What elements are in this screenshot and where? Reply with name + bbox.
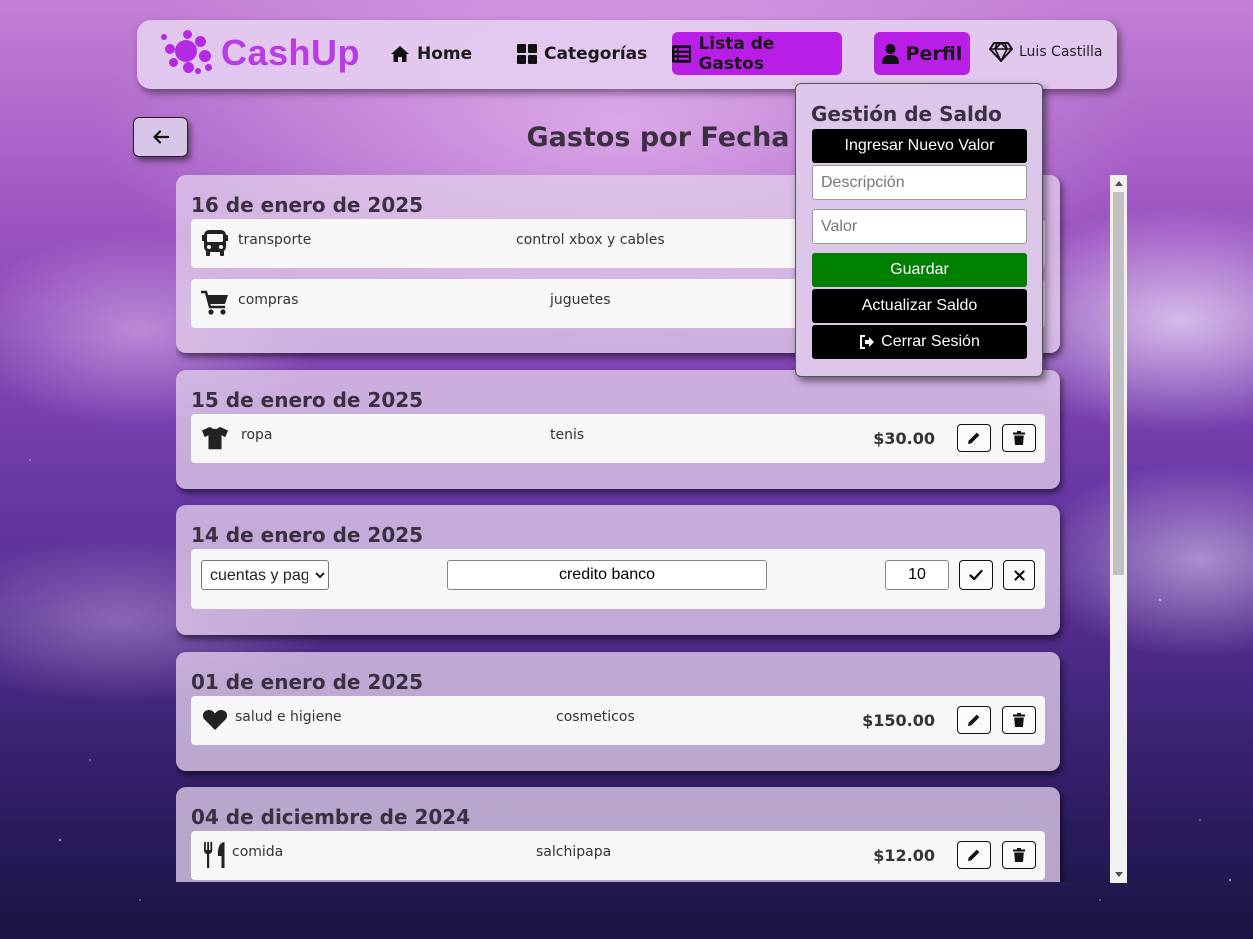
back-button[interactable]: [133, 117, 188, 157]
close-icon: [1013, 569, 1025, 581]
value-input[interactable]: [885, 560, 949, 590]
expense-description: tenis: [550, 427, 585, 443]
pencil-icon: [968, 714, 980, 726]
logout-icon: [860, 335, 875, 349]
expense-category: comida: [232, 844, 284, 860]
nav-expense-list-link[interactable]: Lista de Gastos: [672, 32, 842, 75]
nav-user-info: Luis Castilla: [989, 42, 1102, 62]
gem-icon: [989, 42, 1013, 62]
expense-amount: $12.00: [873, 846, 935, 865]
check-icon: [969, 569, 983, 581]
description-input[interactable]: [447, 560, 767, 590]
day-group: 15 de enero de 2025 ropa tenis $30.00: [176, 370, 1060, 489]
category-select[interactable]: cuentas y pagos: [201, 560, 329, 590]
brand-logo[interactable]: CashUp: [161, 30, 360, 76]
profile-dropdown-saldo-panel: Gestión de Saldo Ingresar Nuevo Valor Gu…: [795, 83, 1043, 377]
saldo-value-input[interactable]: [812, 209, 1027, 244]
new-value-button[interactable]: Ingresar Nuevo Valor: [812, 129, 1027, 163]
pencil-icon: [968, 849, 980, 861]
edit-button[interactable]: [957, 706, 991, 734]
nav-home-link[interactable]: Home: [390, 32, 472, 75]
day-date: 14 de enero de 2025: [191, 523, 424, 547]
expense-amount: $150.00: [862, 711, 935, 730]
logout-label: Cerrar Sesión: [881, 333, 980, 350]
nav-profile-button[interactable]: Perfil: [874, 32, 970, 75]
day-group: 04 de diciembre de 2024 comida salchipap…: [176, 787, 1060, 882]
nav-categories-link[interactable]: Categorías: [517, 32, 647, 75]
list-scrollbar[interactable]: [1110, 175, 1127, 883]
trash-icon: [1013, 848, 1025, 862]
confirm-button[interactable]: [959, 560, 993, 590]
expense-edit-row: cuentas y pagos: [191, 549, 1045, 609]
expense-item: ropa tenis $30.00: [191, 414, 1045, 463]
bus-icon: [201, 229, 229, 257]
delete-button[interactable]: [1002, 706, 1036, 734]
house-icon: [391, 45, 409, 62]
day-date: 15 de enero de 2025: [191, 388, 424, 412]
day-group: 14 de enero de 2025 cuentas y pagos: [176, 505, 1060, 635]
cart-icon: [201, 289, 229, 317]
utensils-icon: [201, 841, 229, 869]
trash-icon: [1013, 713, 1025, 727]
logout-button[interactable]: Cerrar Sesión: [812, 325, 1027, 359]
nav-categories-label: Categorías: [544, 43, 648, 64]
scroll-up-arrow-icon[interactable]: [1110, 175, 1127, 192]
save-button[interactable]: Guardar: [812, 253, 1027, 287]
expense-category: salud e higiene: [235, 709, 342, 725]
edit-button[interactable]: [957, 841, 991, 869]
day-date: 01 de enero de 2025: [191, 670, 424, 694]
heart-icon: [201, 706, 229, 734]
expense-description: control xbox y cables: [516, 232, 665, 248]
grid-icon: [517, 43, 537, 64]
day-group: 01 de enero de 2025 salud e higiene cosm…: [176, 652, 1060, 771]
expense-category: ropa: [241, 427, 273, 443]
day-date: 04 de diciembre de 2024: [191, 805, 471, 829]
scrollbar-thumb[interactable]: [1113, 192, 1124, 575]
page-title: Gastos por Fecha: [526, 122, 790, 153]
expense-item: salud e higiene cosmeticos $150.00: [191, 696, 1045, 745]
cancel-button[interactable]: [1003, 560, 1035, 590]
top-navbar: CashUp Home Categorías Lista de Gastos P…: [137, 20, 1117, 89]
day-date: 16 de enero de 2025: [191, 193, 424, 217]
expense-item: comida salchipapa $12.00: [191, 831, 1045, 880]
nav-profile-label: Perfil: [905, 42, 963, 65]
saldo-description-input[interactable]: [812, 165, 1027, 200]
logo-dots-icon: [161, 30, 215, 76]
list-icon: [672, 44, 692, 63]
expense-category: transporte: [238, 232, 312, 248]
user-name: Luis Castilla: [1019, 44, 1103, 60]
expense-category: compras: [238, 292, 299, 308]
expense-description: cosmeticos: [556, 709, 635, 725]
expense-description: salchipapa: [536, 844, 612, 860]
expense-description: juguetes: [550, 292, 611, 308]
update-balance-button[interactable]: Actualizar Saldo: [812, 289, 1027, 323]
nav-expense-list-label: Lista de Gastos: [698, 33, 775, 74]
pencil-icon: [968, 432, 980, 444]
saldo-panel-title: Gestión de Saldo: [811, 102, 1002, 126]
edit-button[interactable]: [957, 424, 991, 452]
trash-icon: [1013, 431, 1025, 445]
brand-name: CashUp: [221, 32, 361, 73]
shirt-icon: [201, 424, 229, 452]
delete-button[interactable]: [1002, 841, 1036, 869]
expense-amount: $30.00: [873, 429, 935, 448]
nav-home-label: Home: [417, 43, 473, 64]
delete-button[interactable]: [1002, 424, 1036, 452]
user-icon: [881, 43, 899, 64]
scroll-down-arrow-icon[interactable]: [1110, 866, 1127, 883]
arrow-left-icon: [152, 130, 169, 144]
